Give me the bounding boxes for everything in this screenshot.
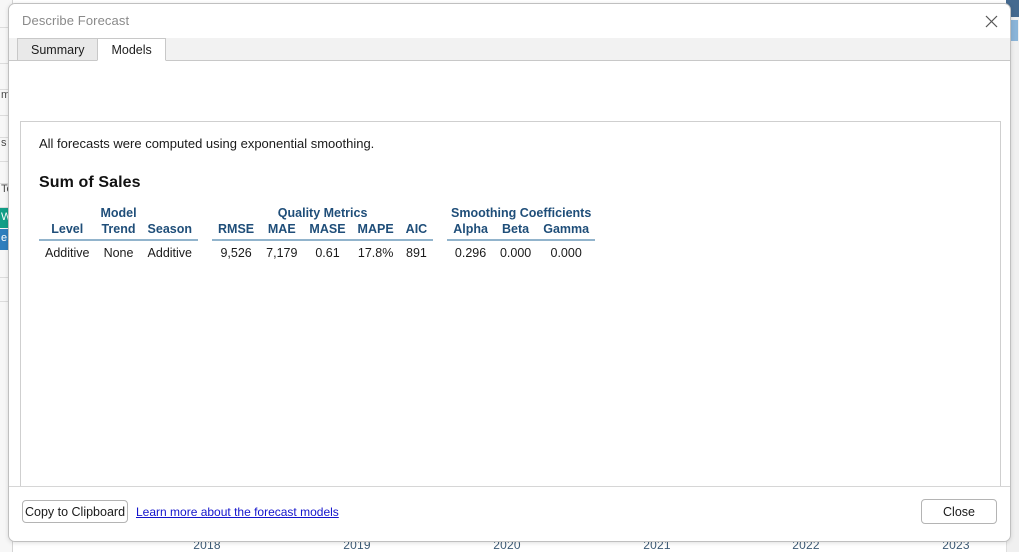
measure-title: Sum of Sales — [39, 173, 141, 191]
column-header-mase: MASE — [309, 221, 346, 236]
group-header-quality-metrics: Quality Metrics — [277, 205, 368, 220]
intro-text: All forecasts were computed using expone… — [39, 136, 375, 151]
column-header-mape: MAPE — [357, 221, 394, 236]
cell-level: Additive — [45, 245, 90, 260]
cell-beta: 0.000 — [499, 245, 532, 260]
close-button[interactable]: Close — [921, 499, 997, 524]
forecast-model-table: Model Quality Metrics Smoothing Coeffici… — [39, 206, 596, 260]
table-gap — [433, 222, 447, 238]
group-header-smoothing-coefficients: Smoothing Coefficients — [451, 205, 592, 220]
dialog-body: All forecasts were computed using expone… — [9, 61, 1010, 541]
cell-aic: 891 — [406, 245, 427, 260]
column-header-trend: Trend — [101, 221, 136, 236]
table-column-header-row: Level Trend Season RMSE MAE MASE MAPE AI… — [39, 222, 595, 238]
cell-trend: None — [103, 245, 134, 260]
models-content-panel: All forecasts were computed using expone… — [20, 121, 1001, 541]
column-header-level: Level — [51, 221, 84, 236]
table-gap — [433, 206, 447, 222]
column-header-season: Season — [147, 221, 192, 236]
column-header-alpha: Alpha — [453, 221, 488, 236]
table-group-header-row: Model Quality Metrics Smoothing Coeffici… — [39, 206, 595, 222]
close-icon[interactable] — [978, 9, 1004, 33]
cell-mae: 7,179 — [266, 245, 298, 260]
tab-summary[interactable]: Summary — [17, 38, 99, 61]
cell-gamma: 0.000 — [550, 245, 582, 260]
cell-rmse: 9,526 — [220, 245, 252, 260]
column-header-rmse: RMSE — [218, 221, 255, 236]
dialog-title-bar: Describe Forecast — [9, 4, 1010, 38]
table-row: Additive None Additive 9,526 7,179 0.61 … — [39, 242, 595, 260]
column-header-mae: MAE — [267, 221, 296, 236]
cell-alpha: 0.296 — [454, 245, 487, 260]
cell-season: Additive — [147, 245, 193, 260]
table-gap — [198, 206, 212, 222]
table-gap — [198, 242, 212, 260]
table-gap — [198, 222, 212, 238]
dialog-footer: Copy to Clipboard Learn more about the f… — [9, 486, 1010, 541]
cell-mase: 0.61 — [315, 245, 340, 260]
describe-forecast-dialog: Describe Forecast Summary Models All for… — [8, 3, 1011, 542]
cell-mape: 17.8% — [357, 245, 394, 260]
learn-more-link[interactable]: Learn more about the forecast models — [136, 505, 339, 519]
dialog-tab-strip: Summary Models — [9, 38, 1010, 61]
tab-models[interactable]: Models — [97, 38, 166, 61]
dialog-title: Describe Forecast — [22, 13, 130, 28]
column-header-aic: AIC — [405, 221, 428, 236]
copy-to-clipboard-button[interactable]: Copy to Clipboard — [22, 500, 128, 523]
table-gap — [433, 242, 447, 260]
column-header-beta: Beta — [502, 221, 530, 236]
group-header-model: Model — [100, 205, 137, 220]
column-header-gamma: Gamma — [543, 221, 590, 236]
